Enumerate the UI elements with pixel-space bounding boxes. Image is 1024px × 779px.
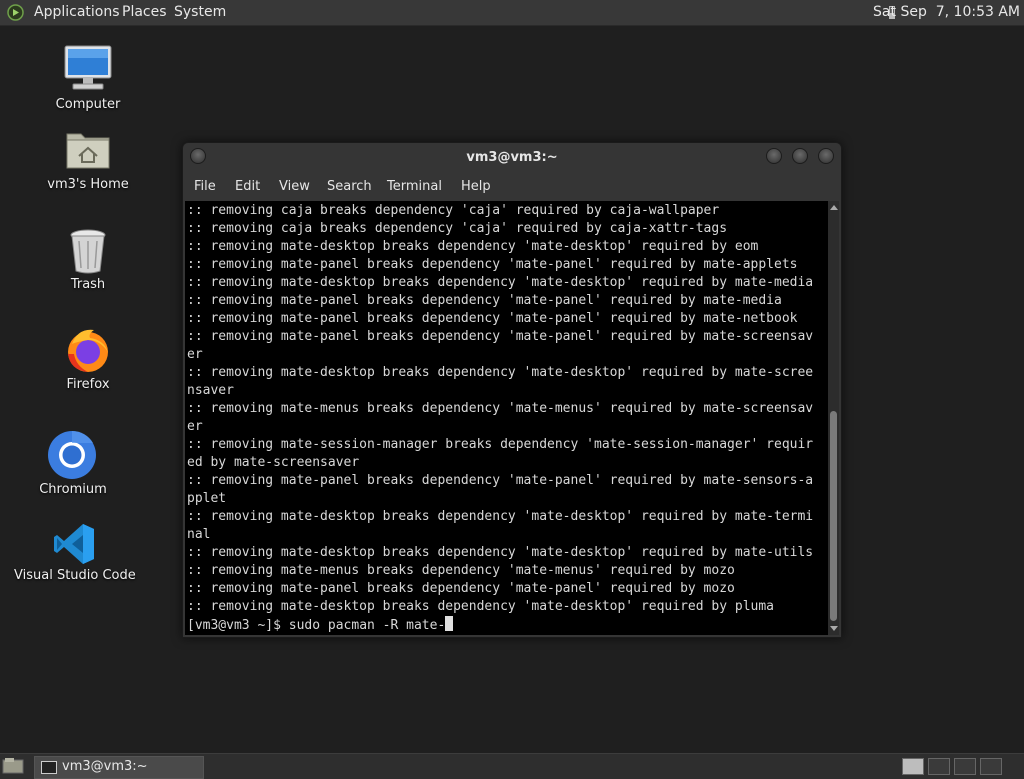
bottom-panel: vm3@vm3:~ bbox=[0, 753, 1024, 779]
menu-terminal[interactable]: Terminal bbox=[387, 179, 442, 194]
show-desktop-icon[interactable] bbox=[2, 757, 24, 775]
chromium-icon bbox=[48, 430, 96, 479]
workspace-4[interactable] bbox=[980, 758, 1002, 775]
terminal-scrollbar[interactable] bbox=[828, 201, 839, 635]
terminal-prompt-line: [vm3@vm3 ~]$ sudo pacman -R mate- bbox=[187, 616, 813, 635]
applications-menu[interactable]: Applications bbox=[34, 4, 120, 20]
terminal-output[interactable]: :: removing caja breaks dependency 'caja… bbox=[185, 201, 828, 635]
desktop-icon-trash[interactable]: Trash bbox=[40, 228, 136, 298]
terminal-icon bbox=[41, 761, 57, 774]
workspace-3[interactable] bbox=[954, 758, 976, 775]
desktop-icon-home[interactable]: vm3's Home bbox=[40, 128, 136, 198]
system-menu[interactable]: System bbox=[174, 4, 226, 20]
terminal-line: nal bbox=[187, 527, 211, 542]
terminal-line: ed by mate-screensaver bbox=[187, 455, 360, 470]
terminal-line: :: removing mate-panel breaks dependency… bbox=[187, 257, 798, 272]
desktop-icon-label: Chromium bbox=[39, 482, 107, 497]
menu-help[interactable]: Help bbox=[461, 179, 491, 194]
menu-search[interactable]: Search bbox=[327, 179, 372, 194]
desktop-icon-label: Visual Studio Code bbox=[14, 568, 136, 583]
terminal-line: :: removing mate-desktop breaks dependen… bbox=[187, 509, 814, 524]
window-titlebar[interactable]: vm3@vm3:~ bbox=[183, 143, 841, 171]
terminal-line: er bbox=[187, 347, 203, 362]
terminal-lines: :: removing caja breaks dependency 'caja… bbox=[187, 202, 813, 635]
terminal-line: :: removing mate-desktop breaks dependen… bbox=[187, 239, 759, 254]
maximize-button[interactable] bbox=[792, 148, 808, 164]
terminal-line: :: removing caja breaks dependency 'caja… bbox=[187, 221, 728, 236]
minimize-button[interactable] bbox=[766, 148, 782, 164]
firefox-icon bbox=[68, 329, 108, 372]
shell-command: sudo pacman -R mate- bbox=[288, 618, 446, 633]
home-folder-icon bbox=[66, 133, 110, 169]
desktop-icon-chromium[interactable]: Chromium bbox=[25, 430, 121, 500]
vscode-icon bbox=[54, 524, 94, 564]
desktop-icon-computer[interactable]: Computer bbox=[40, 44, 136, 114]
menu-edit[interactable]: Edit bbox=[235, 179, 260, 194]
desktop-icon-label: Trash bbox=[70, 277, 106, 292]
trash-icon bbox=[70, 229, 106, 274]
menu-view[interactable]: View bbox=[279, 179, 310, 194]
desktop-icon-firefox[interactable]: Firefox bbox=[40, 326, 136, 396]
workspace-1[interactable] bbox=[902, 758, 924, 775]
terminal-line: :: removing mate-desktop breaks dependen… bbox=[187, 545, 814, 560]
scroll-up-arrow-icon[interactable] bbox=[830, 205, 838, 210]
terminal-line: :: removing mate-desktop breaks dependen… bbox=[187, 365, 814, 380]
desktop-icon-label: vm3's Home bbox=[47, 177, 129, 192]
scrollbar-thumb[interactable] bbox=[830, 411, 837, 621]
terminal-line: :: removing mate-panel breaks dependency… bbox=[187, 293, 782, 308]
terminal-line: :: removing mate-panel breaks dependency… bbox=[187, 311, 798, 326]
terminal-line: :: removing caja breaks dependency 'caja… bbox=[187, 203, 720, 218]
window-title: vm3@vm3:~ bbox=[466, 150, 558, 165]
close-button[interactable] bbox=[818, 148, 834, 164]
terminal-line: :: removing mate-panel breaks dependency… bbox=[187, 329, 814, 344]
terminal-line: :: removing mate-desktop breaks dependen… bbox=[187, 599, 774, 614]
terminal-line: :: removing mate-panel breaks dependency… bbox=[187, 581, 735, 596]
computer-icon bbox=[64, 45, 112, 90]
clock[interactable]: Sat Sep 7, 10:53 AM bbox=[873, 4, 1020, 20]
shell-prompt: [vm3@vm3 ~]$ bbox=[187, 618, 289, 633]
text-cursor bbox=[445, 616, 454, 631]
desktop-icon-label: Firefox bbox=[66, 377, 110, 392]
terminal-line: er bbox=[187, 419, 203, 434]
scroll-down-arrow-icon[interactable] bbox=[830, 626, 838, 631]
menu-file[interactable]: File bbox=[194, 179, 216, 194]
taskbar-item-label: vm3@vm3:~ bbox=[62, 759, 148, 774]
taskbar-item-terminal[interactable]: vm3@vm3:~ bbox=[34, 756, 204, 779]
desktop-icon-label: Computer bbox=[55, 97, 121, 112]
window-menubar: File Edit View Search Terminal Help bbox=[183, 171, 841, 201]
workspace-2[interactable] bbox=[928, 758, 950, 775]
mate-logo-icon[interactable] bbox=[7, 4, 24, 21]
terminal-line: :: removing mate-session-manager breaks … bbox=[187, 437, 814, 452]
terminal-window: vm3@vm3:~ File Edit View Search Terminal… bbox=[182, 142, 842, 638]
terminal-line: :: removing mate-menus breaks dependency… bbox=[187, 563, 735, 578]
desktop-icon-vscode[interactable]: Visual Studio Code bbox=[14, 520, 136, 590]
terminal-line: :: removing mate-desktop breaks dependen… bbox=[187, 275, 814, 290]
terminal-line: pplet bbox=[187, 491, 227, 506]
terminal-line: :: removing mate-panel breaks dependency… bbox=[187, 473, 814, 488]
places-menu[interactable]: Places bbox=[122, 4, 167, 20]
terminal-line: :: removing mate-menus breaks dependency… bbox=[187, 401, 814, 416]
top-panel: Applications Places System Sat Sep 7, 10… bbox=[0, 0, 1024, 26]
terminal-line: nsaver bbox=[187, 383, 234, 398]
